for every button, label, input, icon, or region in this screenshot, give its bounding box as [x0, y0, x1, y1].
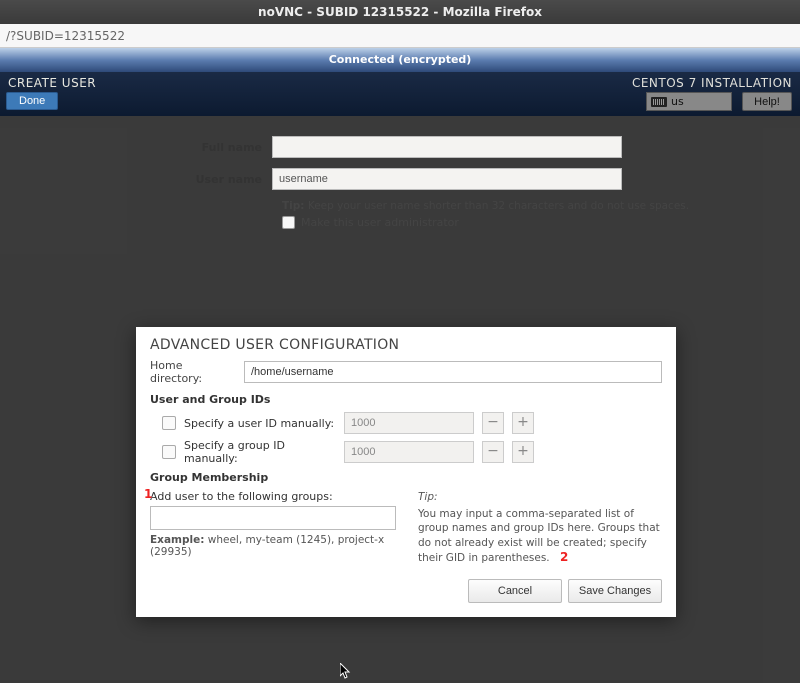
uid-manual-label: Specify a user ID manually:	[184, 417, 336, 430]
home-dir-label: Home directory:	[150, 359, 236, 385]
gid-manual-label: Specify a group ID manually:	[184, 439, 336, 465]
username-tip-text: Keep your user name shorter than 32 char…	[308, 200, 689, 212]
installer-product-title: CENTOS 7 INSTALLATION	[632, 76, 792, 90]
create-user-form: Full name User name Tip: Keep your user …	[0, 136, 800, 229]
gid-manual-checkbox[interactable]	[162, 445, 176, 459]
uid-increment-button[interactable]: +	[512, 412, 534, 434]
full-name-input[interactable]	[272, 136, 622, 158]
gid-increment-button[interactable]: +	[512, 441, 534, 463]
vnc-status-banner: Connected (encrypted)	[0, 48, 800, 72]
uid-decrement-button[interactable]: −	[482, 412, 504, 434]
add-groups-input[interactable]	[150, 506, 396, 530]
annotation-2: 2	[560, 550, 568, 564]
home-dir-input[interactable]	[244, 361, 662, 383]
keyboard-icon	[651, 97, 667, 107]
gid-input	[344, 441, 474, 463]
admin-checkbox[interactable]	[282, 216, 295, 229]
keyboard-layout-selector[interactable]: us	[646, 92, 732, 111]
done-button[interactable]: Done	[6, 92, 58, 110]
group-membership-heading: Group Membership	[150, 471, 662, 484]
window-titlebar: noVNC - SUBID 12315522 - Mozilla Firefox	[0, 0, 800, 24]
full-name-label: Full name	[0, 141, 272, 154]
username-tip-prefix: Tip:	[282, 200, 304, 212]
ids-heading: User and Group IDs	[150, 393, 662, 406]
mouse-cursor-icon	[340, 663, 352, 679]
help-button[interactable]: Help!	[742, 92, 792, 111]
uid-manual-checkbox[interactable]	[162, 416, 176, 430]
cancel-button[interactable]: Cancel	[468, 579, 562, 603]
installer-header: CREATE USER Done CENTOS 7 INSTALLATION u…	[0, 72, 800, 116]
user-name-label: User name	[0, 173, 272, 186]
keyboard-layout-label: us	[671, 95, 684, 108]
advanced-user-config-dialog: ADVANCED USER CONFIGURATION Home directo…	[136, 327, 676, 617]
annotation-1: 1	[144, 487, 152, 501]
installer-area: CREATE USER Done CENTOS 7 INSTALLATION u…	[0, 72, 800, 683]
group-tip-prefix: Tip:	[418, 490, 662, 505]
installer-screen-title: CREATE USER	[8, 76, 96, 90]
uid-input	[344, 412, 474, 434]
save-changes-button[interactable]: Save Changes	[568, 579, 662, 603]
add-groups-label: Add user to the following groups:	[150, 490, 400, 503]
user-name-input[interactable]	[272, 168, 622, 190]
admin-checkbox-label: Make this user administrator	[301, 216, 459, 229]
group-tip-text: You may input a comma-separated list of …	[418, 508, 660, 564]
browser-url-bar[interactable]: /?SUBID=12315522	[0, 24, 800, 48]
dialog-title: ADVANCED USER CONFIGURATION	[150, 337, 662, 353]
example-prefix: Example:	[150, 534, 204, 546]
gid-decrement-button[interactable]: −	[482, 441, 504, 463]
